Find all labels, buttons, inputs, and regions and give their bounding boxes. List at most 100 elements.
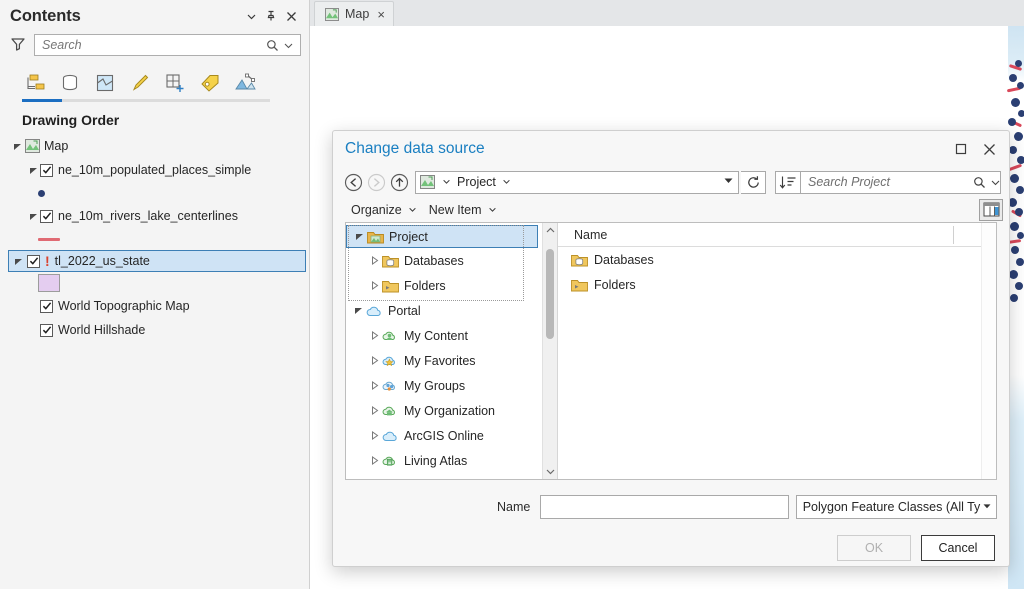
tree-item-portal[interactable]: Portal <box>346 298 542 323</box>
layer-visibility-checkbox[interactable] <box>40 323 53 337</box>
forward-button[interactable] <box>366 172 387 193</box>
close-icon[interactable] <box>281 6 301 26</box>
sidebar-item-layer-us-state[interactable]: ! tl_2022_us_state <box>8 250 306 272</box>
cancel-button[interactable]: Cancel <box>921 535 995 561</box>
back-button[interactable] <box>343 172 364 193</box>
refresh-button[interactable] <box>741 170 766 194</box>
expand-twisty-icon[interactable] <box>10 139 24 153</box>
maximize-button[interactable] <box>947 136 975 162</box>
organize-menu[interactable]: Organize <box>345 201 423 219</box>
tree-item-label: Project <box>389 229 428 244</box>
search-options-chevron-icon[interactable] <box>280 37 296 53</box>
sidebar-item-layer-world-hillshade[interactable]: World Hillshade <box>8 318 309 342</box>
collapse-twisty-icon[interactable] <box>368 406 381 415</box>
dialog-titlebar[interactable]: Change data source <box>333 131 1009 167</box>
toc-labeling-icon[interactable] <box>197 70 223 96</box>
ok-button[interactable]: OK <box>837 535 911 561</box>
name-input[interactable] <box>540 495 789 519</box>
expand-twisty-icon[interactable] <box>26 209 40 223</box>
search-options-chevron-icon[interactable] <box>987 174 1003 190</box>
toc-map-node[interactable]: Map <box>8 134 309 158</box>
tree-vertical-scrollbar[interactable] <box>542 223 557 479</box>
my-favorites-icon <box>381 353 399 369</box>
contents-pane: Contents Search Drawing Order Map ne_10m… <box>0 0 310 589</box>
search-icon[interactable] <box>971 174 987 190</box>
sort-icon[interactable] <box>775 170 801 194</box>
breadcrumb-segment-project[interactable]: Project <box>457 175 496 189</box>
tree-item-project[interactable]: Project <box>346 225 538 248</box>
expand-twisty-icon[interactable] <box>353 232 366 241</box>
tree-item-my-content[interactable]: My Content <box>346 323 542 348</box>
broken-source-warning-icon[interactable]: ! <box>45 254 50 268</box>
dialog-button-row: OK Cancel <box>333 524 1009 566</box>
no-twisty-placeholder <box>26 299 40 313</box>
search-icon[interactable] <box>264 37 280 53</box>
expand-twisty-icon[interactable] <box>11 254 25 268</box>
tree-item-arcgis-online[interactable]: ArcGIS Online <box>346 423 542 448</box>
new-item-menu[interactable]: New Item <box>423 201 503 219</box>
view-details-icon[interactable] <box>979 198 1003 221</box>
contents-search-box[interactable] <box>34 34 301 56</box>
layer-visibility-checkbox[interactable] <box>40 299 53 313</box>
tree-item-my-organization[interactable]: My Organization <box>346 398 542 423</box>
collapse-twisty-icon[interactable] <box>368 256 381 265</box>
toc-data-source-icon[interactable] <box>57 70 83 96</box>
up-one-level-button[interactable] <box>389 172 410 193</box>
sidebar-item-layer-rivers[interactable]: ne_10m_rivers_lake_centerlines <box>8 204 309 228</box>
tab-map[interactable]: Map × <box>314 1 394 26</box>
tree-item-label: ArcGIS Online <box>404 428 484 443</box>
map-rendered-features <box>1006 26 1024 589</box>
layer-visibility-checkbox[interactable] <box>40 163 53 177</box>
sidebar-item-layer-world-topographic[interactable]: World Topographic Map <box>8 294 309 318</box>
chevron-down-icon[interactable] <box>983 502 991 512</box>
close-icon[interactable]: × <box>377 8 385 21</box>
toc-selection-icon[interactable] <box>92 70 118 96</box>
dialog-menubar: Organize New Item <box>333 197 1009 222</box>
toc-charts-icon[interactable] <box>232 70 258 96</box>
dialog-search-group <box>775 170 1003 194</box>
tree-item-folders[interactable]: Folders <box>346 273 542 298</box>
chevron-down-icon[interactable] <box>241 6 261 26</box>
collapse-twisty-icon[interactable] <box>368 281 381 290</box>
pin-icon[interactable] <box>261 6 281 26</box>
tree-item-computer[interactable]: Computer <box>346 473 542 480</box>
toc-snapping-icon[interactable] <box>162 70 188 96</box>
collapse-twisty-icon[interactable] <box>368 456 381 465</box>
expand-twisty-icon[interactable] <box>26 163 40 177</box>
path-breadcrumb-box[interactable]: Project <box>415 170 739 194</box>
filter-icon[interactable] <box>10 36 28 54</box>
tree-item-my-favorites[interactable]: My Favorites <box>346 348 542 373</box>
scroll-down-icon[interactable] <box>543 464 557 479</box>
breadcrumb-chevron-icon[interactable] <box>496 177 517 188</box>
scroll-thumb[interactable] <box>546 249 554 339</box>
collapse-twisty-icon[interactable] <box>368 331 381 340</box>
column-divider[interactable] <box>953 225 954 244</box>
toc-editing-icon[interactable] <box>127 70 153 96</box>
list-item[interactable]: Folders <box>558 272 996 297</box>
tree-item-databases[interactable]: Databases <box>346 248 542 273</box>
sidebar-item-layer-populated-places[interactable]: ne_10m_populated_places_simple <box>8 158 309 182</box>
data-type-filter-select[interactable]: Polygon Feature Classes (All Types) <box>795 495 997 519</box>
tree-item-my-groups[interactable]: My Groups <box>346 373 542 398</box>
portal-cloud-icon <box>365 303 383 319</box>
expand-twisty-icon[interactable] <box>352 306 365 315</box>
tree-item-living-atlas[interactable]: Living Atlas <box>346 448 542 473</box>
layer-visibility-checkbox[interactable] <box>40 209 53 223</box>
organize-menu-label: Organize <box>351 202 402 217</box>
search-project-input[interactable] <box>808 175 971 189</box>
list-vertical-scrollbar[interactable] <box>981 223 996 479</box>
column-header-name[interactable]: Name <box>558 228 607 242</box>
collapse-twisty-icon[interactable] <box>368 356 381 365</box>
path-history-dropdown-icon[interactable] <box>724 177 733 187</box>
toc-drawing-order-icon[interactable] <box>22 70 48 96</box>
collapse-twisty-icon[interactable] <box>368 381 381 390</box>
list-item[interactable]: Databases <box>558 247 996 272</box>
search-input[interactable] <box>42 38 264 52</box>
collapse-twisty-icon[interactable] <box>368 431 381 440</box>
layer-visibility-checkbox[interactable] <box>27 254 40 268</box>
path-icon-chevron-icon[interactable] <box>436 177 457 188</box>
dialog-search-box[interactable] <box>801 170 1003 194</box>
close-button[interactable] <box>975 136 1003 162</box>
tree-item-label: Portal <box>388 303 421 318</box>
scroll-up-icon[interactable] <box>543 223 557 238</box>
